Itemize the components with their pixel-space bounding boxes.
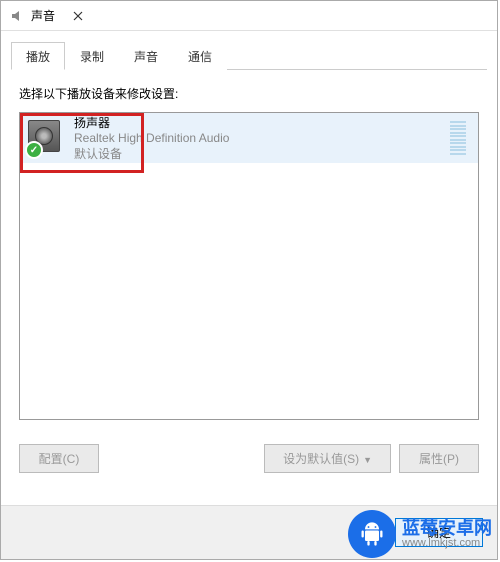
set-default-button[interactable]: 设为默认值(S) ▼ <box>264 444 391 473</box>
tab-playback[interactable]: 播放 <box>11 42 65 70</box>
chevron-down-icon: ▼ <box>363 455 372 465</box>
configure-button[interactable]: 配置(C) <box>19 444 99 473</box>
dialog-title: 声音 <box>31 7 55 24</box>
tabs: 播放 录制 声音 通信 <box>11 41 487 70</box>
content-panel: 选择以下播放设备来修改设置: ✓ 扬声器 Realtek High Defini… <box>1 70 497 430</box>
tab-recording[interactable]: 录制 <box>65 42 119 70</box>
set-default-label: 设为默认值(S) <box>283 452 359 466</box>
titlebar: 声音 <box>1 1 497 31</box>
tabs-area: 播放 录制 声音 通信 <box>1 31 497 70</box>
properties-button[interactable]: 属性(P) <box>399 444 479 473</box>
watermark: 蓝莓安卓网 www.lmkjst.com <box>348 510 492 558</box>
device-name: 扬声器 <box>74 114 450 131</box>
instruction-text: 选择以下播放设备来修改设置: <box>19 85 479 102</box>
volume-level-icon <box>450 121 466 155</box>
sound-dialog: 声音 播放 录制 声音 通信 选择以下播放设备来修改设置: ✓ <box>0 0 498 560</box>
default-check-icon: ✓ <box>25 141 43 159</box>
close-button[interactable] <box>55 1 100 30</box>
device-list[interactable]: ✓ 扬声器 Realtek High Definition Audio 默认设备 <box>19 112 479 420</box>
device-buttons: 配置(C) 设为默认值(S) ▼ 属性(P) <box>1 430 497 473</box>
android-icon <box>348 510 396 558</box>
device-icon-wrap: ✓ <box>28 120 64 156</box>
device-text: 扬声器 Realtek High Definition Audio 默认设备 <box>74 114 450 162</box>
device-driver: Realtek High Definition Audio <box>74 131 450 145</box>
tab-sounds[interactable]: 声音 <box>119 42 173 70</box>
watermark-url: www.lmkjst.com <box>402 537 492 549</box>
watermark-title: 蓝莓安卓网 <box>402 519 492 538</box>
device-item[interactable]: ✓ 扬声器 Realtek High Definition Audio 默认设备 <box>20 113 478 163</box>
tab-communications[interactable]: 通信 <box>173 42 227 70</box>
device-status: 默认设备 <box>74 145 450 162</box>
sound-icon <box>9 8 25 24</box>
